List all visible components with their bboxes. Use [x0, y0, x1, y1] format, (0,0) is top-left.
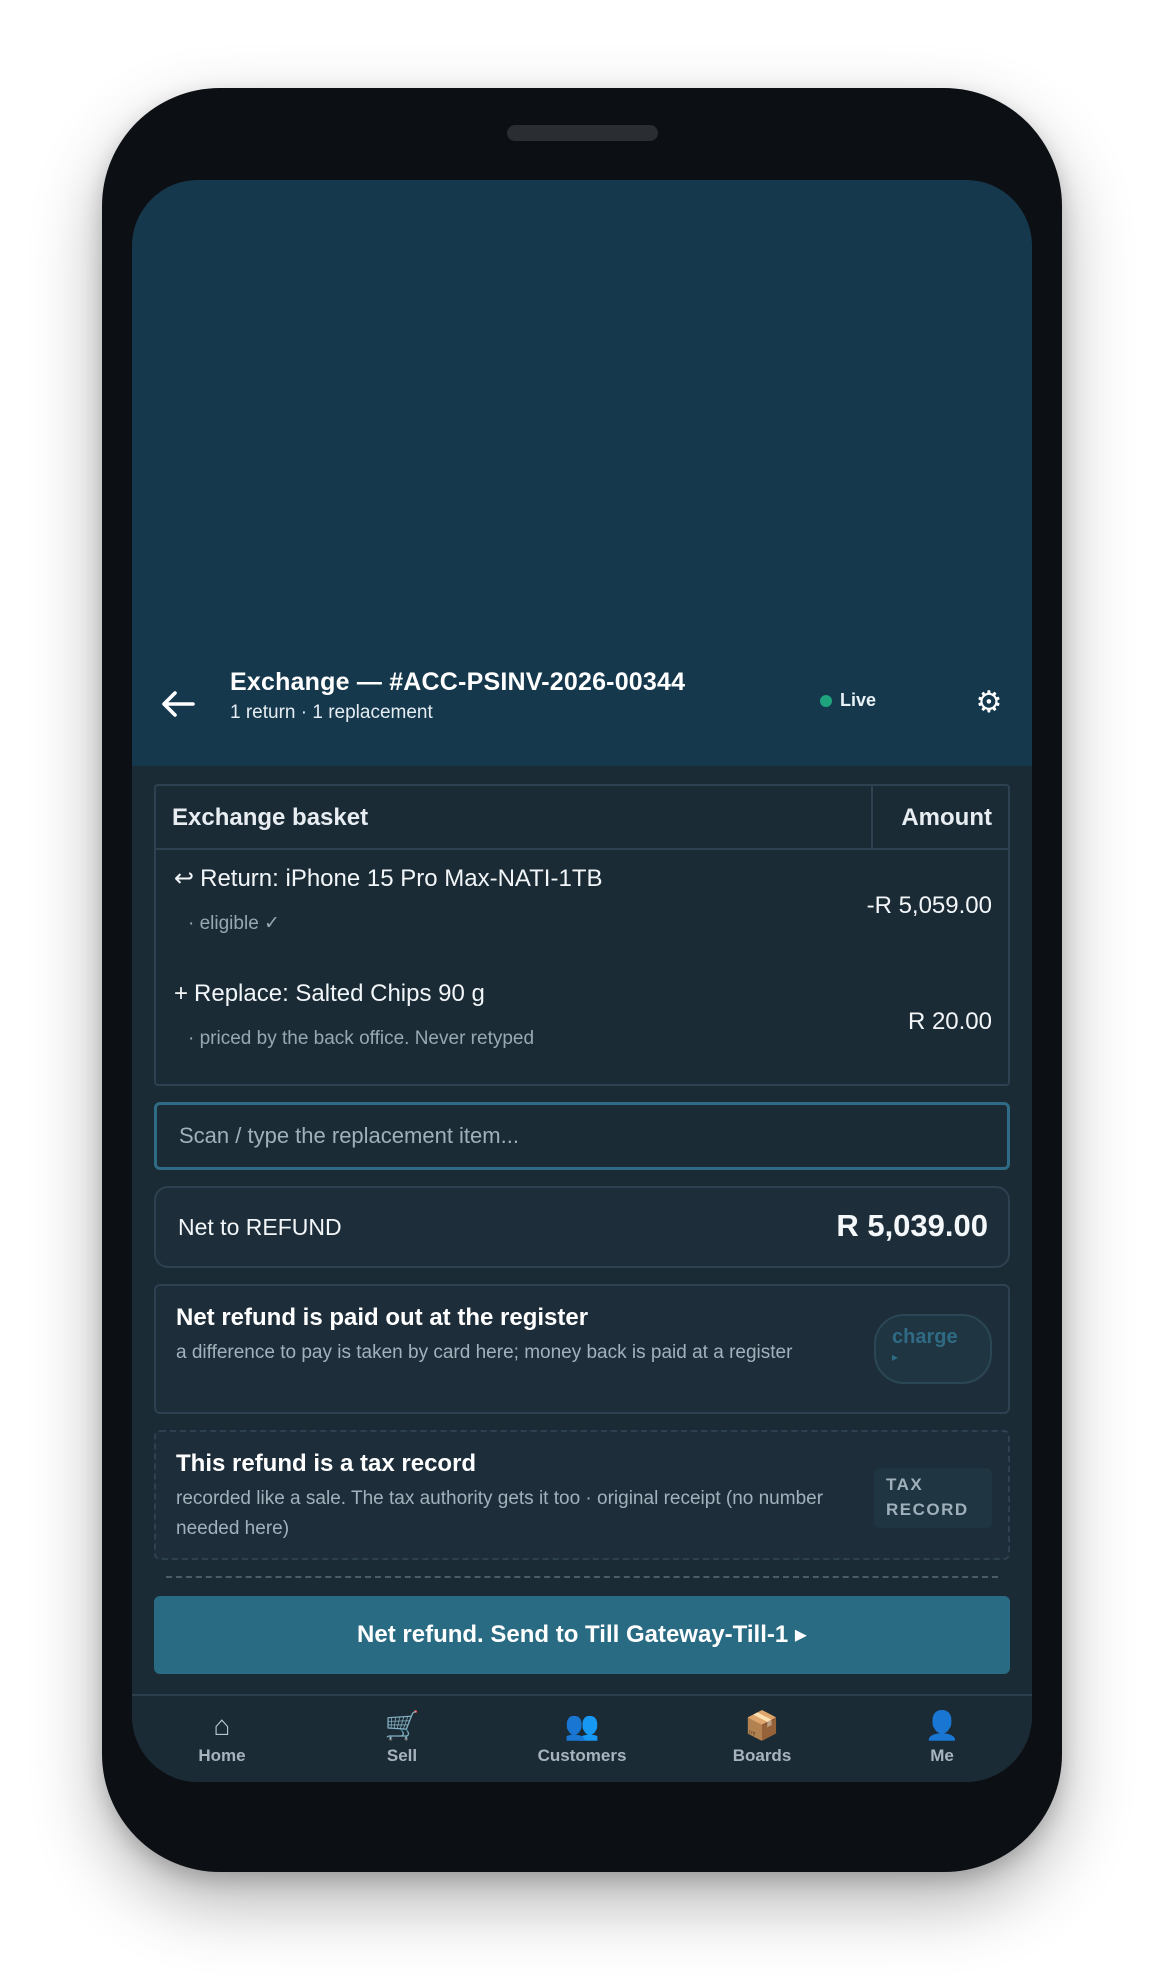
speaker-notch	[507, 125, 658, 141]
charge-button[interactable]: charge ▸	[874, 1314, 992, 1384]
payout-description: a difference to pay is taken by card her…	[176, 1342, 793, 1363]
tax-record-card: This refund is a tax record recorded lik…	[154, 1430, 1010, 1560]
nav-item-boards[interactable]: 📦 Boards	[672, 1696, 852, 1782]
nav-item-home[interactable]: ⌂ Home	[132, 1696, 312, 1782]
bottom-nav: ⌂ Home 🛒 Sell 👥 Customers 📦 Boards 👤 Me	[132, 1694, 1032, 1782]
nav-item-customers[interactable]: 👥 Customers	[492, 1696, 672, 1782]
row-amount: R 20.00	[907, 1008, 992, 1035]
page-title: Exchange — #ACC-PSINV-2026-00344	[230, 668, 686, 696]
net-label: Net to REFUND	[178, 1214, 342, 1240]
tax-description: recorded like a sale. The tax authority …	[176, 1488, 824, 1539]
tear-line-divider	[166, 1576, 998, 1578]
exchange-basket: Exchange basket Amount ↩ Return: iPhone 1…	[154, 784, 1010, 1086]
cart-icon: 🛒	[384, 1710, 420, 1741]
package-icon: 📦	[744, 1710, 780, 1741]
back-button[interactable]	[156, 682, 200, 726]
net-value: R 5,039.00	[836, 1208, 988, 1243]
home-icon: ⌂	[213, 1710, 231, 1741]
person-icon: 👤	[924, 1710, 960, 1741]
nav-label: Customers	[537, 1746, 627, 1765]
header-divider	[871, 786, 873, 850]
row-label: Replace: Salted Chips 90 g	[194, 980, 485, 1007]
row-note: · eligible ✓	[188, 913, 280, 934]
basket-title: Exchange basket	[172, 804, 369, 831]
plus-icon: +	[174, 980, 189, 1007]
row-amount: -R 5,059.00	[866, 892, 992, 919]
basket-row-replace[interactable]: + Replace: Salted Chips 90 g · priced by …	[156, 966, 1008, 1076]
nav-label: Boards	[732, 1746, 792, 1765]
tax-record-badge: TAX RECORD	[874, 1468, 992, 1528]
badge-line-2: RECORD	[886, 1500, 969, 1519]
nav-item-sell[interactable]: 🛒 Sell	[312, 1696, 492, 1782]
phone-frame: Exchange — #ACC-PSINV-2026-00344 1 retur…	[102, 88, 1062, 1872]
return-icon: ↩	[174, 865, 195, 892]
page-subtitle: 1 return · 1 replacement	[230, 702, 433, 723]
app-bar: Exchange — #ACC-PSINV-2026-00344 1 retur…	[132, 660, 1032, 766]
basket-row-return[interactable]: ↩ Return: iPhone 15 Pro Max-NATI-1TB · el…	[156, 850, 1008, 960]
live-dot-icon	[820, 694, 832, 707]
nav-label: Sell	[386, 1746, 418, 1765]
badge-line-1: TAX	[886, 1475, 924, 1494]
nav-label: Me	[930, 1746, 954, 1765]
row-label: Return: iPhone 15 Pro Max-NATI-1TB	[200, 865, 603, 892]
status-badge: Live	[820, 690, 876, 711]
scan-input[interactable]	[157, 1105, 1007, 1167]
tax-title: This refund is a tax record	[176, 1450, 477, 1477]
arrow-left-icon	[162, 691, 195, 717]
nav-item-me[interactable]: 👤 Me	[852, 1696, 1032, 1782]
settings-button[interactable]: ⚙	[972, 686, 1006, 720]
amount-column-header: Amount	[901, 804, 992, 831]
status-label: Live	[840, 690, 877, 710]
charge-label: charge	[892, 1326, 958, 1348]
gear-icon: ⚙	[975, 686, 1003, 719]
net-refund-summary: Net to REFUND R 5,039.00	[154, 1186, 1010, 1268]
payout-info-card: Net refund is paid out at the register a…	[154, 1284, 1010, 1414]
send-to-till-button[interactable]: Net refund. Send to Till Gateway-Till-1 …	[154, 1596, 1010, 1674]
payout-title: Net refund is paid out at the register	[176, 1304, 589, 1331]
nav-label: Home	[198, 1746, 246, 1765]
row-note: · priced by the back office. Never retyp…	[188, 1028, 535, 1049]
app-screen: Exchange — #ACC-PSINV-2026-00344 1 retur…	[132, 180, 1032, 1782]
scan-field	[154, 1102, 1010, 1170]
basket-header: Exchange basket Amount	[156, 786, 1008, 850]
people-icon: 👥	[564, 1710, 600, 1741]
chevron-right-icon: ▸	[892, 1350, 899, 1364]
